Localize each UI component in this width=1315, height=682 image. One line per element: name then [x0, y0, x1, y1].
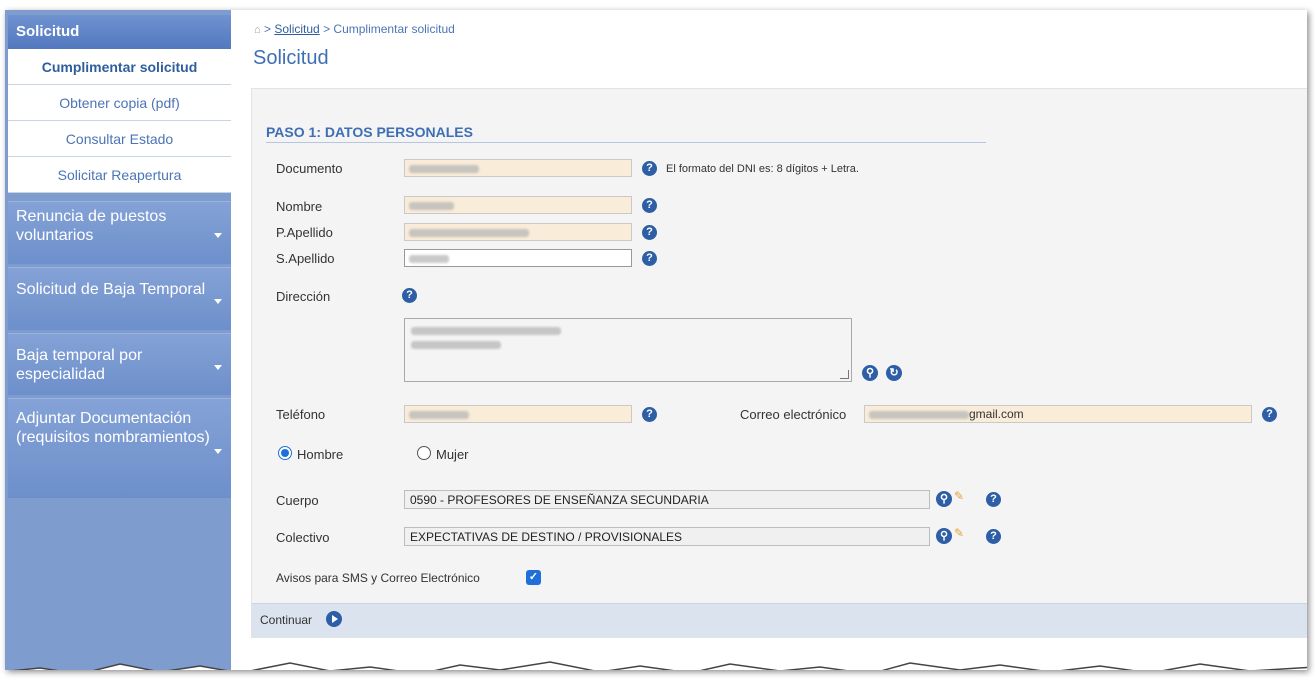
- sidebar-item-cumplimentar[interactable]: Cumplimentar solicitud: [8, 49, 231, 85]
- sidebar-group-adjuntar[interactable]: Adjuntar Documentación (requisitos nombr…: [8, 398, 231, 498]
- form-footer: Continuar: [252, 603, 1307, 637]
- direccion-textarea[interactable]: [404, 318, 852, 382]
- avisos-label: Avisos para SMS y Correo Electrónico: [276, 571, 480, 585]
- continue-label[interactable]: Continuar: [260, 613, 312, 627]
- redacted-value: [409, 164, 479, 173]
- sidebar-group-renuncia[interactable]: Renuncia de puestos voluntarios: [8, 201, 231, 264]
- breadcrumb: ⌂ > Solicitud > Cumplimentar solicitud: [254, 22, 455, 36]
- help-icon[interactable]: ?: [986, 529, 1001, 544]
- direccion-label: Dirección: [276, 289, 331, 304]
- breadcrumb-link-solicitud[interactable]: Solicitud: [274, 22, 319, 36]
- telefono-label: Teléfono: [276, 407, 326, 422]
- breadcrumb-current: Cumplimentar solicitud: [333, 22, 455, 36]
- breadcrumb-sep: >: [264, 22, 272, 36]
- help-icon[interactable]: ?: [402, 288, 417, 303]
- search-icon[interactable]: ⚲: [936, 528, 952, 544]
- resize-handle[interactable]: [840, 370, 849, 379]
- torn-edge: [12, 661, 1307, 670]
- documento-label: Documento: [276, 161, 343, 176]
- chevron-down-icon: [214, 448, 222, 454]
- sidebar-group-label: Baja temporal por especialidad: [16, 347, 143, 383]
- redacted-value: [869, 410, 969, 419]
- chevron-down-icon: [214, 364, 222, 370]
- search-icon[interactable]: ⚲: [936, 491, 952, 507]
- chevron-down-icon: [214, 233, 222, 238]
- sidebar-group-baja-especialidad[interactable]: Baja temporal por especialidad: [8, 333, 231, 395]
- sidebar-group-baja-temporal[interactable]: Solicitud de Baja Temporal: [8, 267, 231, 330]
- radio-hombre[interactable]: [278, 446, 292, 460]
- sidebar-item-consultar-estado[interactable]: Consultar Estado: [8, 121, 231, 157]
- nombre-label: Nombre: [276, 199, 323, 214]
- form-panel: PASO 1: DATOS PERSONALES Documento ? El …: [251, 88, 1307, 638]
- documento-field[interactable]: [404, 159, 632, 177]
- sidebar-group-label: Adjuntar Documentación (requisitos nombr…: [16, 410, 210, 446]
- correo-label: Correo electrónico: [740, 407, 847, 422]
- sidebar: Solicitud Cumplimentar solicitud Obtener…: [5, 10, 231, 670]
- help-icon[interactable]: ?: [642, 225, 657, 240]
- home-icon[interactable]: ⌂: [254, 24, 261, 36]
- play-icon[interactable]: [326, 611, 342, 627]
- papellido-field[interactable]: [404, 223, 632, 241]
- section-title: PASO 1: DATOS PERSONALES: [266, 124, 473, 140]
- colectivo-label: Colectivo: [276, 530, 330, 545]
- app-window: Solicitud Cumplimentar solicitud Obtener…: [5, 10, 1307, 670]
- sidebar-group-label: Solicitud de Baja Temporal: [16, 281, 206, 298]
- telefono-field[interactable]: [404, 405, 632, 423]
- main-content: ⌂ > Solicitud > Cumplimentar solicitud S…: [231, 10, 1307, 670]
- refresh-icon[interactable]: ↻: [886, 365, 902, 381]
- nombre-field[interactable]: [404, 196, 632, 214]
- help-icon[interactable]: ?: [642, 198, 657, 213]
- redacted-value: [409, 201, 454, 210]
- sapellido-label: S.Apellido: [276, 251, 335, 266]
- sapellido-field[interactable]: [404, 249, 632, 267]
- help-icon[interactable]: ?: [642, 251, 657, 266]
- correo-field[interactable]: gmail.com: [864, 405, 1252, 423]
- clear-icon[interactable]: ✎: [954, 526, 964, 540]
- chevron-down-icon: [214, 299, 222, 304]
- help-icon[interactable]: ?: [642, 407, 657, 422]
- sidebar-group-label: Renuncia de puestos voluntarios: [16, 208, 167, 244]
- sidebar-item-solicitar-reapertura[interactable]: Solicitar Reapertura: [8, 157, 231, 193]
- colectivo-select[interactable]: EXPECTATIVAS DE DESTINO / PROVISIONALES: [404, 527, 930, 546]
- radio-mujer[interactable]: [417, 446, 431, 460]
- papellido-label: P.Apellido: [276, 225, 333, 240]
- redacted-value: [411, 327, 561, 349]
- documento-note: El formato del DNI es: 8 dígitos + Letra…: [666, 163, 859, 175]
- help-icon[interactable]: ?: [642, 161, 657, 176]
- help-icon[interactable]: ?: [1262, 407, 1277, 422]
- radio-mujer-label: Mujer: [436, 447, 469, 462]
- section-divider: [266, 142, 986, 143]
- redacted-value: [409, 410, 469, 419]
- clear-icon[interactable]: ✎: [954, 489, 964, 503]
- help-icon[interactable]: ?: [986, 492, 1001, 507]
- redacted-value: [409, 254, 449, 263]
- radio-hombre-label: Hombre: [297, 447, 344, 462]
- cuerpo-select[interactable]: 0590 - PROFESORES DE ENSEÑANZA SECUNDARI…: [404, 490, 930, 509]
- redacted-value: [409, 228, 529, 237]
- cuerpo-label: Cuerpo: [276, 493, 319, 508]
- correo-value: gmail.com: [969, 407, 1024, 421]
- sidebar-item-obtener-copia[interactable]: Obtener copia (pdf): [8, 85, 231, 121]
- avisos-checkbox[interactable]: ✓: [526, 570, 541, 585]
- page-title: Solicitud: [253, 47, 329, 69]
- breadcrumb-sep: >: [323, 22, 331, 36]
- sidebar-header[interactable]: Solicitud: [8, 15, 231, 49]
- search-icon[interactable]: ⚲: [862, 365, 878, 381]
